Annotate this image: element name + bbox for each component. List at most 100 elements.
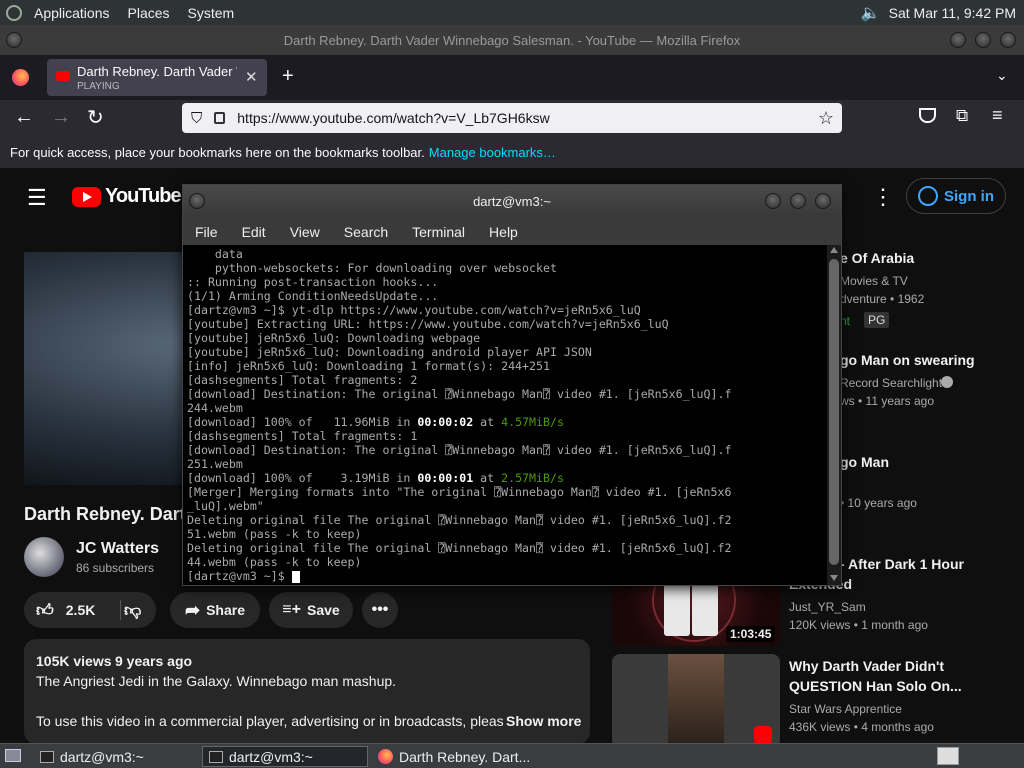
- taskbar-item-terminal-1[interactable]: dartz@vm3:~: [34, 746, 194, 767]
- terminal-menu-file[interactable]: File: [183, 224, 230, 240]
- terminal-menu-search[interactable]: Search: [332, 224, 400, 240]
- system-menu[interactable]: System: [188, 5, 235, 21]
- terminal-line: [download] Destination: The original ⍰Wi…: [187, 387, 732, 401]
- terminal-menu-view[interactable]: View: [278, 224, 332, 240]
- minimize-icon[interactable]: [950, 32, 966, 48]
- video-title: Darth Rebney. Dart: [24, 504, 186, 524]
- gnome-logo-icon[interactable]: [6, 4, 22, 21]
- app-menu-icon[interactable]: ≡: [992, 105, 1003, 126]
- related-title: Why Darth Vader Didn't: [789, 658, 945, 674]
- terminal-scrollbar[interactable]: [827, 245, 841, 585]
- terminal-output[interactable]: data python-websockets: For downloading …: [183, 245, 829, 585]
- share-button[interactable]: ➦ Share: [170, 592, 260, 628]
- terminal-close-icon[interactable]: [815, 193, 831, 209]
- maximize-icon[interactable]: [975, 32, 991, 48]
- video-still-image: [668, 654, 724, 743]
- url-text[interactable]: https://www.youtube.com/watch?v=V_Lb7GH6…: [237, 110, 549, 126]
- related-item[interactable]: Why Darth Vader Didn't QUESTION Han Solo…: [612, 654, 1022, 743]
- reload-icon[interactable]: ↻: [87, 105, 104, 130]
- terminal-line: Deleting original file The original ⍰Win…: [187, 513, 732, 527]
- back-icon[interactable]: ←: [14, 106, 34, 129]
- terminal-line: _luQ].webm": [187, 499, 264, 513]
- terminal-window[interactable]: dartz@vm3:~ File Edit View Search Termin…: [182, 184, 842, 586]
- terminal-menu-help[interactable]: Help: [477, 224, 530, 240]
- related-channel: Record Searchlight: [840, 376, 943, 390]
- manage-bookmarks-link[interactable]: Manage bookmarks…: [429, 145, 556, 160]
- terminal-line: 251.webm: [187, 457, 243, 471]
- thumbs-down-icon[interactable]: 👎︎: [124, 600, 141, 621]
- subscriber-count: 86 subscribers: [76, 561, 155, 575]
- workspace-switcher[interactable]: [937, 747, 959, 765]
- terminal-line: [youtube] jeRn5x6_luQ: Downloading andro…: [187, 345, 592, 359]
- terminal-menu-terminal[interactable]: Terminal: [400, 224, 477, 240]
- video-duration: 1:03:45: [726, 626, 776, 642]
- youtube-logo[interactable]: YouTube: [72, 185, 182, 208]
- more-options-icon[interactable]: ⋮: [872, 184, 894, 210]
- tab-strip: Darth Rebney. Darth Vader W PLAYING ✕ + …: [0, 55, 1024, 100]
- more-actions-button[interactable]: •••: [362, 592, 398, 628]
- terminal-line: data: [187, 247, 243, 261]
- scroll-up-icon[interactable]: [830, 247, 838, 253]
- terminal-line: [youtube] jeRn5x6_luQ: Downloading webpa…: [187, 331, 481, 345]
- terminal-line: python-websockets: For downloading over …: [187, 261, 557, 275]
- show-more-link[interactable]: Show more: [506, 713, 581, 729]
- terminal-icon: [40, 750, 54, 763]
- system-top-bar: Applications Places System 🔈 Sat Mar 11,…: [0, 0, 1024, 25]
- tab-close-icon[interactable]: ✕: [245, 68, 258, 86]
- applications-menu[interactable]: Applications: [34, 5, 110, 21]
- related-meta: 120K views • 1 month ago: [789, 618, 928, 632]
- show-desktop-icon[interactable]: [5, 749, 21, 762]
- forward-icon[interactable]: →: [51, 106, 71, 129]
- scrollbar-thumb[interactable]: [829, 259, 839, 565]
- like-button[interactable]: 👍︎ 2.5K 👎︎: [24, 592, 156, 628]
- related-title: - After Dark 1 Hour: [840, 556, 964, 572]
- related-thumbnail[interactable]: [612, 654, 780, 743]
- window-titlebar: Darth Rebney. Darth Vader Winnebago Sale…: [0, 25, 1024, 55]
- scroll-down-icon[interactable]: [830, 575, 838, 581]
- terminal-minimize-icon[interactable]: [765, 193, 781, 209]
- close-icon[interactable]: [1000, 32, 1016, 48]
- tab-youtube[interactable]: Darth Rebney. Darth Vader W PLAYING ✕: [47, 59, 267, 96]
- terminal-cursor: [291, 570, 300, 583]
- account-icon: [918, 186, 938, 206]
- channel-name[interactable]: JC Watters: [76, 540, 159, 558]
- tracking-shield-icon[interactable]: ⛉: [191, 110, 202, 127]
- view-count: 105K views: [36, 653, 112, 669]
- new-tab-icon[interactable]: +: [282, 65, 294, 88]
- youtube-favicon-icon: [56, 71, 70, 81]
- address-bar[interactable]: ⛉ https://www.youtube.com/watch?v=V_Lb7G…: [182, 103, 842, 133]
- more-horizontal-icon: •••: [371, 601, 389, 618]
- window-menu-icon[interactable]: [6, 32, 22, 48]
- lock-icon[interactable]: [214, 112, 226, 124]
- sign-in-button[interactable]: Sign in: [906, 178, 1006, 214]
- bookmarks-hint: For quick access, place your bookmarks h…: [10, 145, 425, 160]
- thumbs-up-icon: 👍︎: [36, 600, 54, 620]
- pocket-icon[interactable]: [919, 108, 936, 123]
- places-menu[interactable]: Places: [128, 5, 170, 21]
- list-tabs-icon[interactable]: ⌄: [996, 67, 1008, 84]
- volume-icon[interactable]: 🔈: [861, 3, 881, 23]
- terminal-menu-edit[interactable]: Edit: [230, 224, 278, 240]
- terminal-maximize-icon[interactable]: [790, 193, 806, 209]
- window-title: Darth Rebney. Darth Vader Winnebago Sale…: [283, 32, 741, 48]
- channel-avatar[interactable]: [24, 537, 64, 577]
- extensions-icon[interactable]: ⧉: [956, 106, 968, 126]
- save-button[interactable]: ≡+ Save: [269, 592, 353, 628]
- taskbar-item-firefox[interactable]: Darth Rebney. Dart...: [372, 746, 542, 767]
- terminal-line: [dashsegments] Total fragments: 1: [187, 429, 418, 443]
- description-line-1: The Angriest Jedi in the Galaxy. Winneba…: [36, 673, 397, 689]
- taskbar-item-terminal-2[interactable]: dartz@vm3:~: [202, 746, 368, 767]
- firefox-view-icon[interactable]: [12, 69, 29, 86]
- tab-status: PLAYING: [77, 81, 120, 92]
- description-box[interactable]: 105K views 9 years ago The Angriest Jedi…: [24, 639, 590, 743]
- youtube-play-icon: [72, 186, 101, 207]
- terminal-window-menu-icon[interactable]: [189, 193, 205, 209]
- related-channel: Star Wars Apprentice: [789, 702, 902, 716]
- related-meta: 436K views • 4 months ago: [789, 720, 934, 734]
- bookmarks-toolbar: For quick access, place your bookmarks h…: [0, 137, 1024, 168]
- hamburger-menu-icon[interactable]: ☰: [27, 185, 47, 211]
- clock[interactable]: Sat Mar 11, 9:42 PM: [889, 5, 1016, 21]
- terminal-line: [dartz@vm3 ~]$: [187, 569, 825, 583]
- terminal-titlebar[interactable]: dartz@vm3:~: [183, 185, 841, 218]
- bookmark-star-icon[interactable]: ☆: [818, 108, 834, 129]
